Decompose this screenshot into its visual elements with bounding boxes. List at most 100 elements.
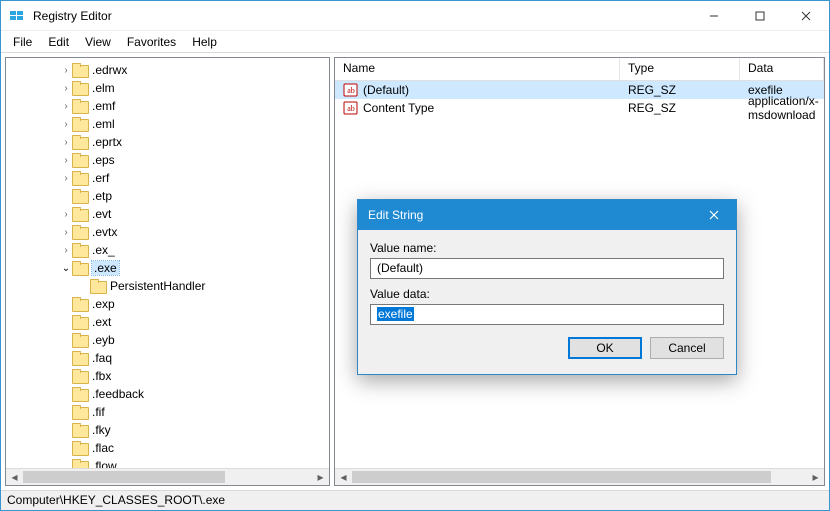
value-name-label: Value name: [370, 241, 724, 255]
chevron-right-icon[interactable]: › [60, 227, 72, 238]
tree-item-label: .fky [92, 423, 111, 437]
list-row[interactable]: abContent TypeREG_SZapplication/x-msdown… [335, 99, 824, 117]
list-cell-name: (Default) [363, 83, 409, 97]
tree-item-label: .flac [92, 441, 114, 455]
tree-hscrollbar[interactable]: ◂ ▸ [6, 468, 329, 485]
titlebar: Registry Editor [1, 1, 829, 31]
chevron-right-icon[interactable]: › [60, 173, 72, 184]
folder-icon [72, 153, 88, 167]
menu-bar: File Edit View Favorites Help [1, 31, 829, 53]
list-cell-data: application/x-msdownload [740, 94, 824, 122]
chevron-right-icon[interactable]: › [60, 155, 72, 166]
scroll-left-icon[interactable]: ◂ [335, 469, 352, 485]
tree-item[interactable]: .faq [6, 349, 329, 367]
chevron-right-icon[interactable]: › [60, 209, 72, 220]
tree-pane: ›.edrwx›.elm›.emf›.eml›.eprtx›.eps›.erf.… [5, 57, 330, 486]
tree-item[interactable]: .fky [6, 421, 329, 439]
scroll-right-icon[interactable]: ▸ [312, 469, 329, 485]
chevron-right-icon[interactable]: › [60, 119, 72, 130]
tree-item-label: .etp [92, 189, 112, 203]
list-hscrollbar[interactable]: ◂ ▸ [335, 468, 824, 485]
window-title: Registry Editor [33, 9, 112, 23]
tree-item[interactable]: ›.evtx [6, 223, 329, 241]
menu-help[interactable]: Help [184, 33, 225, 51]
tree-item-label: .exp [92, 297, 115, 311]
menu-favorites[interactable]: Favorites [119, 33, 184, 51]
folder-icon [72, 333, 88, 347]
tree-item[interactable]: › .ex_ [6, 241, 329, 259]
list-cell-type: REG_SZ [620, 101, 740, 115]
folder-icon [72, 405, 88, 419]
chevron-down-icon[interactable]: ⌄ [60, 263, 72, 274]
registry-tree[interactable]: ›.edrwx›.elm›.emf›.eml›.eprtx›.eps›.erf.… [6, 58, 329, 468]
tree-item-label: .exe [92, 261, 119, 275]
value-data-field[interactable]: exefile [370, 304, 724, 325]
menu-file[interactable]: File [5, 33, 40, 51]
tree-item[interactable]: PersistentHandler [6, 277, 329, 295]
folder-icon [72, 225, 88, 239]
scroll-right-icon[interactable]: ▸ [807, 469, 824, 485]
chevron-right-icon[interactable]: › [60, 137, 72, 148]
folder-icon [72, 351, 88, 365]
tree-item-label: .eps [92, 153, 115, 167]
folder-icon [90, 279, 106, 293]
column-data[interactable]: Data [740, 58, 824, 80]
column-name[interactable]: Name [335, 58, 620, 80]
svg-text:ab: ab [347, 86, 355, 95]
list-cell-name: Content Type [363, 101, 434, 115]
tree-item[interactable]: ›.eprtx [6, 133, 329, 151]
tree-item[interactable]: .exp [6, 295, 329, 313]
minimize-button[interactable] [691, 1, 737, 31]
tree-item-label: .ex_ [92, 243, 115, 257]
tree-item[interactable]: .fif [6, 403, 329, 421]
tree-item[interactable]: › .elm [6, 79, 329, 97]
folder-icon [72, 99, 88, 113]
tree-item[interactable]: ›.erf [6, 169, 329, 187]
ok-button[interactable]: OK [568, 337, 642, 359]
tree-item[interactable]: .flow [6, 457, 329, 468]
tree-item-label: .fbx [92, 369, 111, 383]
value-name-field[interactable]: (Default) [370, 258, 724, 279]
app-icon [9, 8, 25, 24]
list-body[interactable]: ab(Default)REG_SZexefileabContent TypeRE… [335, 81, 824, 117]
folder-icon [72, 207, 88, 221]
tree-item[interactable]: .eyb [6, 331, 329, 349]
cancel-button[interactable]: Cancel [650, 337, 724, 359]
folder-icon [72, 387, 88, 401]
close-button[interactable] [783, 1, 829, 31]
tree-item[interactable]: ›.emf [6, 97, 329, 115]
dialog-close-button[interactable] [692, 200, 736, 230]
chevron-right-icon[interactable]: › [60, 83, 72, 94]
reg-string-icon: ab [343, 100, 359, 116]
maximize-button[interactable] [737, 1, 783, 31]
chevron-right-icon[interactable]: › [60, 245, 72, 256]
chevron-right-icon[interactable]: › [60, 65, 72, 76]
tree-item[interactable]: .fbx [6, 367, 329, 385]
tree-item[interactable]: ›.eml [6, 115, 329, 133]
svg-text:ab: ab [347, 104, 355, 113]
scroll-left-icon[interactable]: ◂ [6, 469, 23, 485]
tree-item[interactable]: › .eps [6, 151, 329, 169]
chevron-right-icon[interactable]: › [60, 101, 72, 112]
list-header[interactable]: Name Type Data [335, 58, 824, 81]
tree-item[interactable]: › .edrwx [6, 61, 329, 79]
dialog-titlebar[interactable]: Edit String [358, 200, 736, 230]
tree-item[interactable]: .feedback [6, 385, 329, 403]
tree-item-label: .elm [92, 81, 115, 95]
menu-view[interactable]: View [77, 33, 119, 51]
column-type[interactable]: Type [620, 58, 740, 80]
tree-item[interactable]: .etp [6, 187, 329, 205]
folder-icon [72, 369, 88, 383]
folder-icon [72, 459, 88, 468]
folder-icon [72, 189, 88, 203]
tree-item[interactable]: › .evt [6, 205, 329, 223]
folder-icon [72, 135, 88, 149]
folder-icon [72, 441, 88, 455]
tree-item[interactable]: .ext [6, 313, 329, 331]
menu-edit[interactable]: Edit [40, 33, 77, 51]
tree-item[interactable]: .flac [6, 439, 329, 457]
tree-item-label: .edrwx [92, 63, 127, 77]
tree-item-label: .evt [92, 207, 111, 221]
tree-item[interactable]: ⌄ .exe [6, 259, 329, 277]
folder-icon [72, 171, 88, 185]
